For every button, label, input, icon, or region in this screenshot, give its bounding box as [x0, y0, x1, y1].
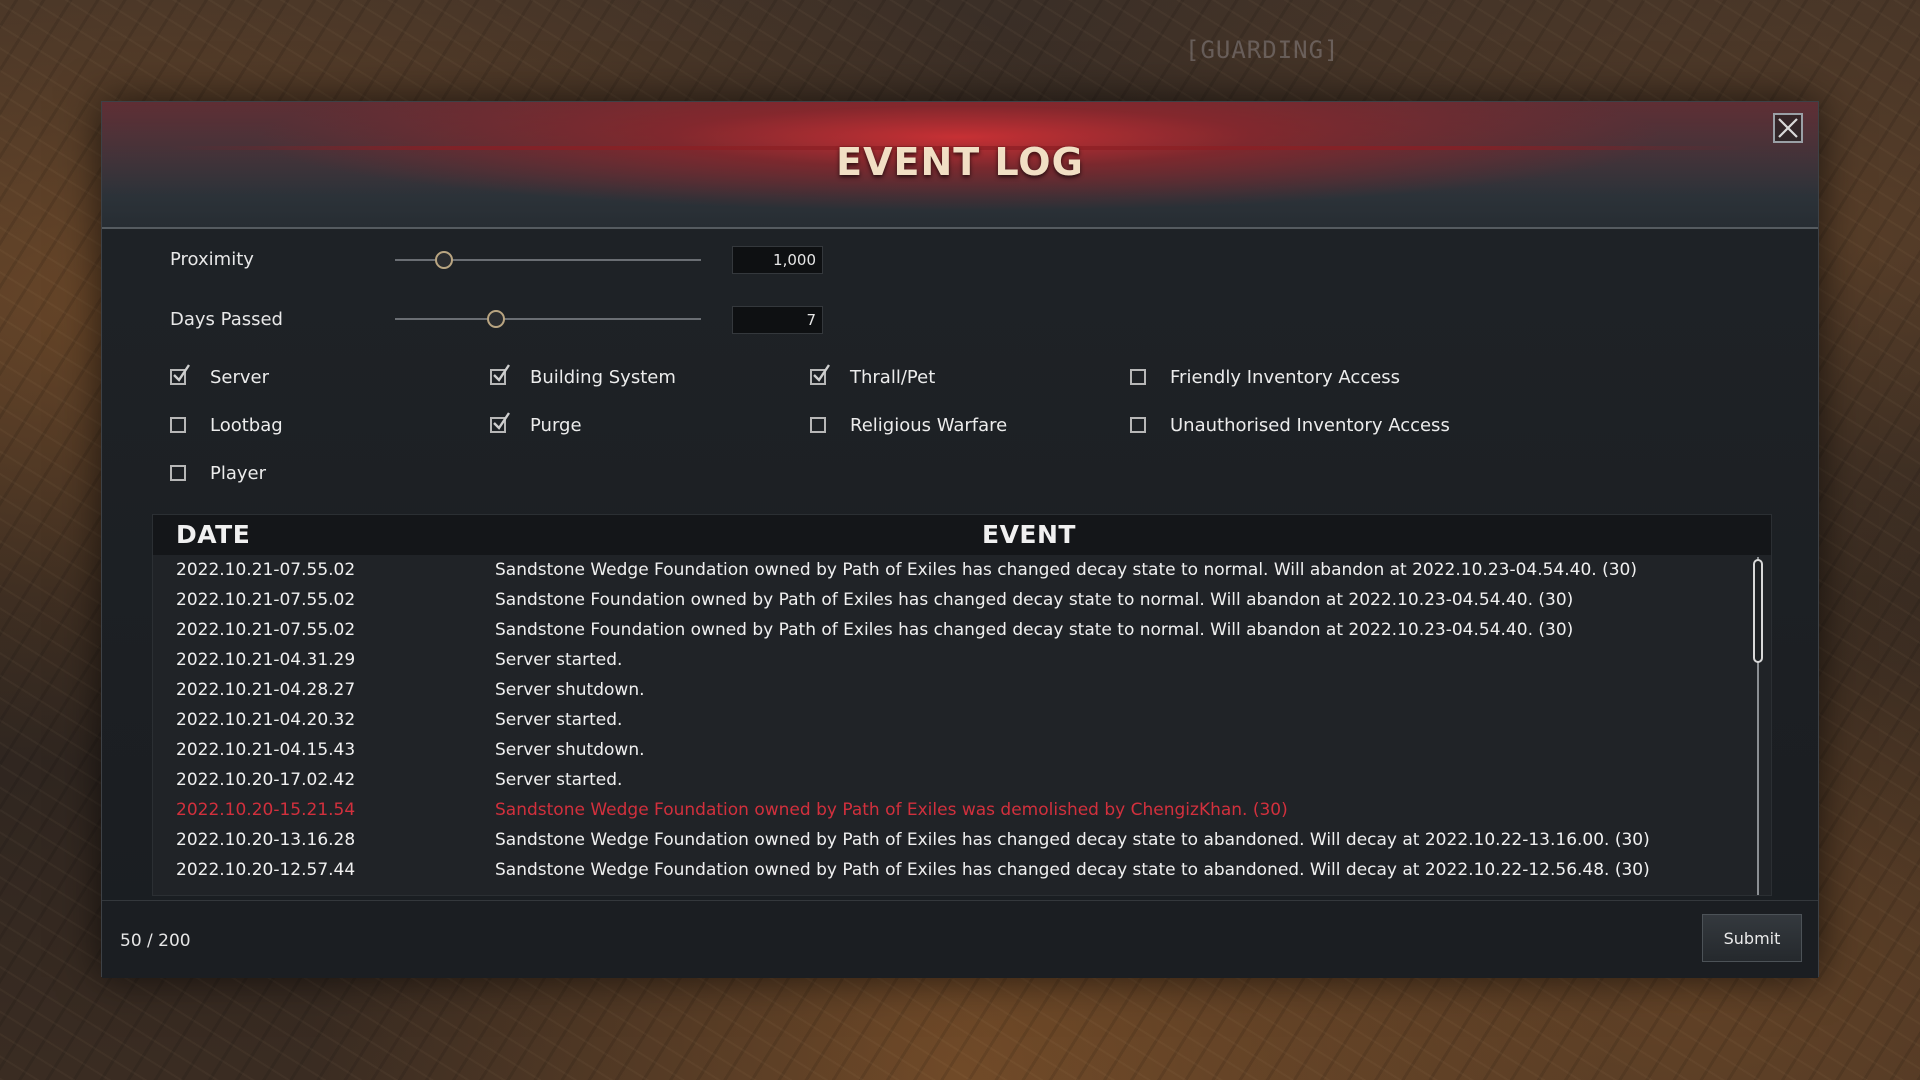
checkbox[interactable]	[490, 364, 510, 385]
table-row[interactable]: 2022.10.21-04.15.43 Server shutdown.	[153, 735, 1733, 765]
filter-server[interactable]: Server	[170, 364, 270, 389]
table-row[interactable]: 2022.10.20-12.57.44 Sandstone Wedge Found…	[153, 855, 1733, 885]
row-event: Sandstone Wedge Foundation owned by Path…	[495, 860, 1650, 880]
table-row[interactable]: 2022.10.21-04.31.29 Server started.	[153, 645, 1733, 675]
table-row[interactable]: 2022.10.20-15.21.54 Sandstone Wedge Found…	[153, 795, 1733, 825]
filter-friendly-inventory-access[interactable]: Friendly Inventory Access	[1130, 365, 1400, 389]
row-event: Server shutdown.	[495, 740, 645, 760]
event-table: DATE EVENT 2022.10.21-07.55.02 Sandstone …	[152, 514, 1772, 896]
page-count: 50 / 200	[120, 931, 191, 951]
row-event: Server started.	[495, 770, 623, 790]
filter-thrall-pet[interactable]: Thrall/Pet	[810, 364, 936, 389]
table-row[interactable]: 2022.10.21-07.55.02 Sandstone Foundation …	[153, 615, 1733, 645]
checkbox[interactable]	[1130, 417, 1146, 433]
row-event: Sandstone Wedge Foundation owned by Path…	[495, 800, 1288, 820]
filter-lootbag[interactable]: Lootbag	[170, 413, 283, 437]
checkmark-icon	[813, 364, 830, 382]
table-row[interactable]: 2022.10.21-07.55.02 Sandstone Wedge Found…	[153, 555, 1733, 585]
row-event: Sandstone Wedge Foundation owned by Path…	[495, 560, 1637, 580]
checkbox[interactable]	[810, 417, 826, 433]
row-event: Server shutdown.	[495, 680, 645, 700]
checkbox[interactable]	[170, 417, 186, 433]
background-status-text: [GUARDING]	[1185, 36, 1340, 64]
proximity-label: Proximity	[170, 249, 254, 270]
row-date: 2022.10.21-04.31.29	[176, 650, 356, 670]
window-footer: 50 / 200 Submit	[102, 900, 1818, 978]
filter-purge[interactable]: Purge	[490, 412, 582, 437]
row-date: 2022.10.20-13.16.28	[176, 830, 356, 850]
proximity-input[interactable]	[732, 246, 823, 274]
checkmark-icon	[493, 412, 510, 430]
row-date: 2022.10.20-17.02.42	[176, 770, 356, 790]
filter-label: Religious Warfare	[850, 414, 1008, 436]
window-title: EVENT LOG	[836, 140, 1084, 184]
table-row[interactable]: 2022.10.21-04.28.27 Server shutdown.	[153, 675, 1733, 705]
filter-label: Unauthorised Inventory Access	[1170, 414, 1450, 436]
column-header-event: EVENT	[982, 520, 1076, 549]
row-date: 2022.10.20-12.57.44	[176, 860, 356, 880]
filter-label: Server	[210, 366, 270, 388]
close-button[interactable]	[1773, 113, 1803, 143]
days-passed-slider-track	[395, 318, 701, 320]
filter-religious-warfare[interactable]: Religious Warfare	[810, 413, 1007, 437]
close-icon	[1778, 118, 1798, 138]
filter-label: Friendly Inventory Access	[1170, 366, 1401, 388]
proximity-slider-thumb[interactable]	[434, 251, 453, 269]
table-row[interactable]: 2022.10.21-04.20.32 Server started.	[153, 705, 1733, 735]
filter-label: Thrall/Pet	[850, 366, 936, 388]
days-passed-input[interactable]	[732, 306, 823, 334]
table-scrollbar[interactable]	[1753, 557, 1763, 895]
table-row[interactable]: 2022.10.21-07.55.02 Sandstone Foundation …	[153, 585, 1733, 615]
row-event: Sandstone Wedge Foundation owned by Path…	[495, 830, 1650, 850]
days-passed-slider[interactable]	[395, 309, 701, 329]
row-date: 2022.10.21-04.20.32	[176, 710, 356, 730]
row-date: 2022.10.21-04.15.43	[176, 740, 356, 760]
event-log-window: EVENT LOG Proximity Days Passed Server B…	[101, 101, 1819, 978]
row-date: 2022.10.20-15.21.54	[176, 800, 356, 820]
filter-label: Purge	[530, 414, 582, 436]
checkbox[interactable]	[1130, 369, 1146, 385]
checkbox[interactable]	[810, 364, 830, 385]
row-date: 2022.10.21-07.55.02	[176, 590, 356, 610]
table-row[interactable]: 2022.10.20-17.02.42 Server started.	[153, 765, 1733, 795]
scrollbar-thumb[interactable]	[1753, 559, 1763, 663]
event-list: 2022.10.21-07.55.02 Sandstone Wedge Found…	[153, 555, 1733, 895]
days-passed-label: Days Passed	[170, 309, 283, 330]
row-date: 2022.10.21-07.55.02	[176, 560, 356, 580]
row-event: Server started.	[495, 650, 623, 670]
filter-player[interactable]: Player	[170, 461, 266, 485]
filter-building-system[interactable]: Building System	[490, 364, 676, 389]
checkmark-icon	[493, 364, 510, 382]
row-event: Server started.	[495, 710, 623, 730]
row-date: 2022.10.21-04.28.27	[176, 680, 356, 700]
filter-label: Building System	[530, 366, 676, 388]
checkmark-icon	[173, 364, 190, 382]
checkbox[interactable]	[490, 412, 510, 433]
table-header: DATE EVENT	[153, 515, 1771, 555]
row-date: 2022.10.21-07.55.02	[176, 620, 356, 640]
checkbox[interactable]	[170, 364, 190, 385]
days-passed-slider-thumb[interactable]	[486, 310, 505, 328]
window-header: EVENT LOG	[102, 102, 1818, 229]
submit-button[interactable]: Submit	[1702, 914, 1802, 962]
row-event: Sandstone Foundation owned by Path of Ex…	[495, 590, 1574, 610]
filter-label: Player	[210, 462, 267, 484]
filter-unauthorised-inventory-access[interactable]: Unauthorised Inventory Access	[1130, 413, 1450, 437]
row-event: Sandstone Foundation owned by Path of Ex…	[495, 620, 1574, 640]
filter-label: Lootbag	[210, 414, 283, 436]
proximity-slider[interactable]	[395, 250, 701, 270]
table-row[interactable]: 2022.10.20-13.16.28 Sandstone Wedge Found…	[153, 825, 1733, 855]
column-header-date: DATE	[176, 520, 251, 549]
checkbox[interactable]	[170, 465, 186, 481]
